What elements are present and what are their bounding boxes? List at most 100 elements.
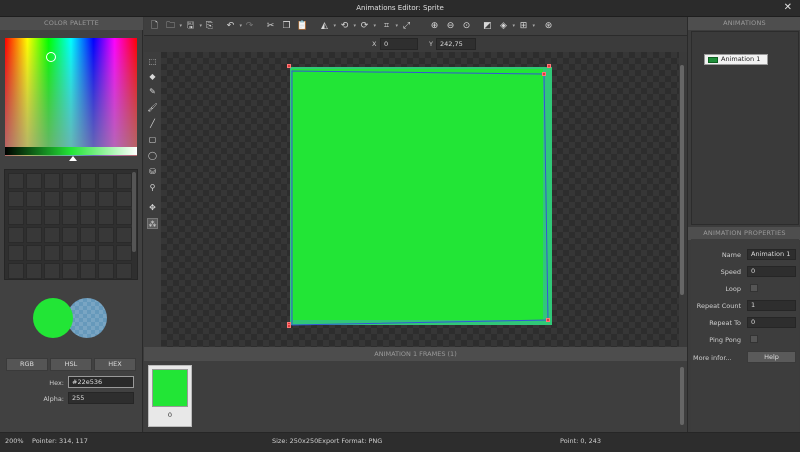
fill-bucket-icon[interactable]: ⛁ — [147, 166, 158, 177]
color-swatch[interactable] — [62, 191, 78, 207]
color-swatch[interactable] — [44, 227, 60, 243]
color-swatch[interactable] — [98, 209, 114, 225]
layers-icon[interactable]: ◈ — [497, 20, 515, 33]
color-swatch[interactable] — [80, 209, 96, 225]
copy-icon[interactable]: ❐ — [280, 20, 293, 33]
color-swatch[interactable] — [26, 227, 42, 243]
color-swatch[interactable] — [62, 227, 78, 243]
cut-icon[interactable]: ✂ — [264, 20, 277, 33]
animation-list-item[interactable]: Animation 1 — [704, 54, 768, 65]
zoom-reset-icon[interactable]: ⊙ — [460, 20, 473, 33]
frames-scrollbar[interactable] — [680, 367, 684, 425]
color-swatch[interactable] — [8, 245, 24, 261]
corner-handle[interactable] — [542, 72, 546, 76]
alpha-input[interactable]: 255 — [68, 392, 134, 404]
rotate-left-icon[interactable]: ⟲ — [338, 20, 356, 33]
corner-handle[interactable] — [547, 64, 551, 68]
color-swatch[interactable] — [98, 245, 114, 261]
paste-icon[interactable]: 📋 — [296, 20, 309, 33]
color-swatch[interactable] — [8, 263, 24, 279]
color-swatch[interactable] — [44, 263, 60, 279]
repeat-to-input[interactable]: 0 — [747, 317, 796, 328]
play-icon[interactable]: ⊛ — [542, 20, 555, 33]
color-swatch[interactable] — [116, 191, 132, 207]
color-swatch[interactable] — [62, 245, 78, 261]
color-swatch[interactable] — [98, 263, 114, 279]
color-swatch[interactable] — [44, 209, 60, 225]
flip-icon[interactable]: ◭ — [318, 20, 336, 33]
swatch-scrollbar[interactable] — [132, 172, 136, 252]
color-swatch[interactable] — [44, 245, 60, 261]
rotate-right-icon[interactable]: ⟳ — [358, 20, 376, 33]
color-swatch[interactable] — [80, 227, 96, 243]
color-swatch[interactable] — [26, 245, 42, 261]
more-info-link[interactable]: More infor... — [693, 354, 743, 362]
color-swatch[interactable] — [116, 263, 132, 279]
color-swatch[interactable] — [44, 173, 60, 189]
new-file-icon[interactable]: 🗋 — [148, 20, 161, 33]
help-button[interactable]: Help — [747, 351, 796, 363]
canvas-scrollbar[interactable] — [680, 65, 684, 295]
hsl-mode-button[interactable]: HSL — [50, 358, 92, 371]
color-swatch[interactable] — [8, 227, 24, 243]
color-swatch[interactable] — [98, 191, 114, 207]
color-swatch[interactable] — [80, 173, 96, 189]
color-swatch[interactable] — [116, 209, 132, 225]
color-swatch[interactable] — [26, 173, 42, 189]
background-icon[interactable]: ◩ — [481, 20, 494, 33]
frame-thumbnail[interactable]: 0 — [148, 365, 192, 427]
open-folder-icon[interactable]: 🗀 — [164, 20, 182, 33]
sprite-image[interactable] — [287, 64, 552, 328]
color-swatch[interactable] — [98, 227, 114, 243]
x-input[interactable]: 0 — [380, 38, 418, 50]
eraser-icon[interactable]: ◆ — [147, 71, 158, 82]
close-icon[interactable]: ✕ — [784, 2, 792, 13]
repeat-count-input[interactable]: 1 — [747, 300, 796, 311]
color-swatch[interactable] — [62, 263, 78, 279]
color-swatch[interactable] — [80, 245, 96, 261]
resize-icon[interactable]: ⤢ — [400, 20, 413, 33]
color-swatch[interactable] — [8, 173, 24, 189]
color-swatch[interactable] — [8, 209, 24, 225]
color-swatch[interactable] — [26, 191, 42, 207]
corner-handle[interactable] — [287, 324, 291, 328]
move-pivot-icon[interactable]: ✥ — [147, 202, 158, 213]
corner-handle[interactable] — [546, 318, 550, 322]
rgb-mode-button[interactable]: RGB — [6, 358, 48, 371]
color-swatch[interactable] — [8, 191, 24, 207]
select-rectangle-icon[interactable]: ⬚ — [147, 56, 158, 67]
color-picker-cursor[interactable] — [46, 52, 56, 62]
luminance-marker-icon[interactable] — [69, 156, 77, 161]
color-swatch[interactable] — [26, 209, 42, 225]
primary-color-swatch[interactable] — [33, 298, 73, 338]
color-swatch[interactable] — [116, 245, 132, 261]
line-icon[interactable]: ╱ — [147, 118, 158, 129]
save-icon[interactable]: 🖫 — [184, 20, 202, 33]
corner-handle[interactable] — [287, 64, 291, 68]
color-swatch[interactable] — [98, 173, 114, 189]
color-swatch[interactable] — [116, 173, 132, 189]
color-swatch[interactable] — [80, 263, 96, 279]
color-swatch[interactable] — [62, 173, 78, 189]
drawing-canvas[interactable] — [161, 52, 679, 347]
hex-input[interactable]: #22e536 — [68, 376, 134, 388]
color-swatch[interactable] — [26, 263, 42, 279]
color-swatch[interactable] — [116, 227, 132, 243]
brush-icon[interactable]: 🖌 — [147, 102, 158, 113]
grid-icon[interactable]: ⊞ — [517, 20, 535, 33]
loop-checkbox[interactable] — [750, 284, 758, 292]
hex-mode-button[interactable]: HEX — [94, 358, 136, 371]
name-input[interactable]: Animation 1 — [747, 249, 796, 260]
color-swatch[interactable] — [80, 191, 96, 207]
color-picker-area[interactable] — [5, 38, 137, 156]
ellipse-icon[interactable]: ◯ — [147, 150, 158, 161]
eyedropper-icon[interactable]: ⚲ — [147, 182, 158, 193]
rectangle-icon[interactable]: ▢ — [147, 134, 158, 145]
zoom-out-icon[interactable]: ⊖ — [444, 20, 457, 33]
crop-icon[interactable]: ⌗ — [380, 20, 398, 33]
color-swatch[interactable] — [44, 191, 60, 207]
luminance-slider[interactable] — [5, 147, 137, 155]
transform-points-icon[interactable]: ⁂ — [147, 218, 158, 229]
zoom-in-icon[interactable]: ⊕ — [428, 20, 441, 33]
secondary-color-swatch[interactable] — [67, 298, 107, 338]
